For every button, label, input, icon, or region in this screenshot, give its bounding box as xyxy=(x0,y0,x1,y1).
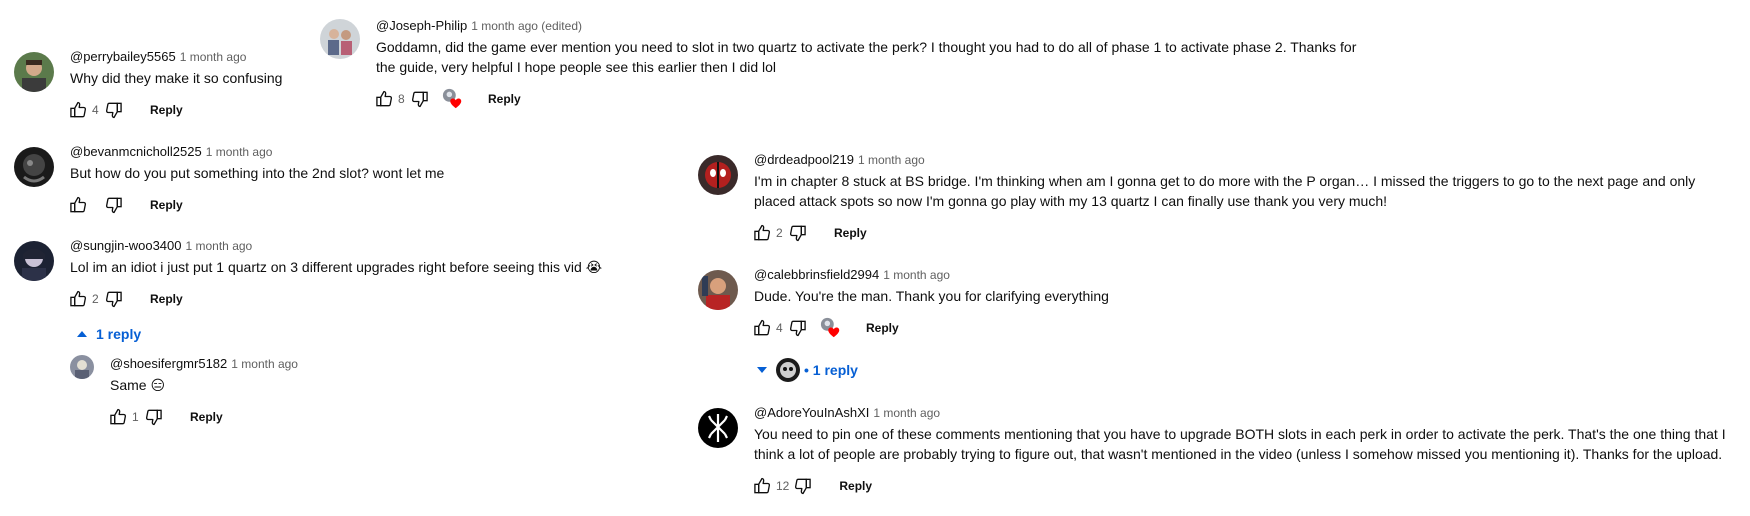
thumb-down-icon[interactable] xyxy=(98,94,130,126)
comment-author[interactable]: @drdeadpool219 xyxy=(754,152,854,167)
comment-text: Dude. You're the man. Thank you for clar… xyxy=(754,288,1109,304)
comment-text: Lol im an idiot i just put 1 quartz on 3… xyxy=(70,259,603,275)
comment-text: Same 😑 xyxy=(110,377,166,393)
thumb-up-icon[interactable] xyxy=(62,189,94,221)
avatar[interactable] xyxy=(70,355,94,379)
comment-author[interactable]: @bevanmcnicholl2525 xyxy=(70,144,202,159)
avatar[interactable] xyxy=(320,19,360,59)
thumb-up-icon[interactable] xyxy=(102,401,134,433)
comment-author[interactable]: @Joseph-Philip xyxy=(376,18,467,33)
thumb-up-icon[interactable] xyxy=(368,83,400,115)
thumb-up-icon[interactable] xyxy=(62,94,94,126)
comment-time[interactable]: 1 month ago xyxy=(206,145,273,159)
avatar[interactable] xyxy=(14,52,54,92)
thumb-up-icon[interactable] xyxy=(746,217,778,249)
thumb-down-icon[interactable] xyxy=(782,312,814,344)
thumb-down-icon[interactable] xyxy=(138,401,170,433)
comment-time[interactable]: 1 month ago xyxy=(180,50,247,64)
replier-avatar xyxy=(776,358,800,382)
thumb-down-icon[interactable] xyxy=(787,470,819,502)
avatar[interactable] xyxy=(698,270,738,310)
creator-heart-icon xyxy=(820,317,842,339)
comment-author[interactable]: @sungjin-woo3400 xyxy=(70,238,182,253)
hide-replies-toggle[interactable]: 1 reply xyxy=(76,326,141,342)
comment-author[interactable]: @shoesifergmr5182 xyxy=(110,356,227,371)
caret-up-icon xyxy=(77,331,87,337)
reply-button[interactable]: Reply xyxy=(142,198,191,212)
thumb-up-icon[interactable] xyxy=(746,312,778,344)
caret-down-icon xyxy=(757,367,767,373)
comment-time[interactable]: 1 month ago xyxy=(873,406,940,420)
comment-time[interactable]: 1 month ago xyxy=(883,268,950,282)
show-replies-toggle[interactable]: • 1 reply xyxy=(756,358,858,382)
replies-count: • 1 reply xyxy=(804,362,858,378)
avatar[interactable] xyxy=(14,147,54,187)
avatar[interactable] xyxy=(698,408,738,448)
reply-button[interactable]: Reply xyxy=(480,92,529,106)
reply-button[interactable]: Reply xyxy=(826,226,875,240)
comment-author[interactable]: @calebbrinsfield2994 xyxy=(754,267,879,282)
reply-button[interactable]: Reply xyxy=(831,479,880,493)
creator-heart-icon xyxy=(442,88,464,110)
comment-text: I'm in chapter 8 stuck at BS bridge. I'm… xyxy=(754,173,1696,209)
reply-button[interactable]: Reply xyxy=(182,410,231,424)
thumb-up-icon[interactable] xyxy=(746,470,778,502)
replies-count: 1 reply xyxy=(96,326,142,342)
thumb-down-icon[interactable] xyxy=(782,217,814,249)
comment-author[interactable]: @perrybailey5565 xyxy=(70,49,176,64)
thumb-down-icon[interactable] xyxy=(404,83,436,115)
comment-time[interactable]: 1 month ago xyxy=(858,153,925,167)
thumb-down-icon[interactable] xyxy=(98,189,130,221)
reply-button[interactable]: Reply xyxy=(858,321,907,335)
comment-time[interactable]: 1 month ago xyxy=(231,357,298,371)
avatar[interactable] xyxy=(698,155,738,195)
thumb-up-icon[interactable] xyxy=(62,283,94,315)
comment-text: Goddamn, did the game ever mention you n… xyxy=(376,39,1357,75)
comment-text: But how do you put something into the 2n… xyxy=(70,165,445,181)
comment-time[interactable]: 1 month ago (edited) xyxy=(471,19,582,33)
thumb-down-icon[interactable] xyxy=(98,283,130,315)
reply-button[interactable]: Reply xyxy=(142,103,191,117)
reply-button[interactable]: Reply xyxy=(142,292,191,306)
comment-text: You need to pin one of these comments me… xyxy=(754,426,1726,462)
avatar[interactable] xyxy=(14,241,54,281)
comment-author[interactable]: @AdoreYouInAshXI xyxy=(754,405,869,420)
comment-time[interactable]: 1 month ago xyxy=(186,239,253,253)
